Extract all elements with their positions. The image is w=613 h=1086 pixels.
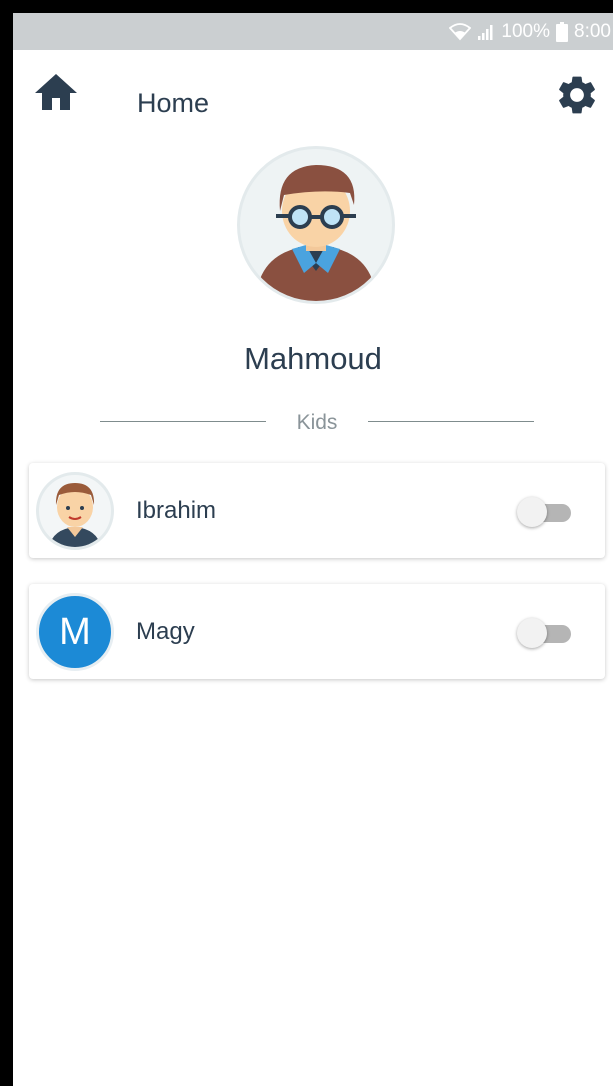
battery-percent: 100% (501, 20, 551, 42)
toggle-knob (517, 618, 547, 648)
battery-icon (556, 21, 569, 42)
profile-name: Mahmoud (244, 341, 382, 376)
page-title: Home (137, 88, 210, 118)
kids-section-label: Kids (296, 411, 338, 434)
toggle-knob (517, 497, 547, 527)
kid-toggle-switch[interactable] (517, 618, 573, 648)
kid-avatar (36, 472, 114, 550)
kid-name: Magy (136, 618, 195, 645)
settings-button[interactable] (554, 72, 600, 118)
divider-line-right (368, 421, 534, 422)
status-bar: 100% 8:00 (13, 13, 613, 50)
home-button[interactable] (33, 72, 79, 112)
man-avatar-image (260, 165, 372, 301)
kid-card-ibrahim[interactable]: Ibrahim (29, 463, 605, 558)
home-icon (35, 74, 77, 110)
boy-avatar-image (49, 483, 101, 547)
profile-avatar[interactable] (237, 146, 395, 304)
signal-icon (477, 23, 495, 41)
wifi-icon (449, 22, 472, 41)
kid-name: Ibrahim (136, 497, 217, 524)
gear-icon (559, 76, 595, 114)
app-screen: 100% 8:00 Home Mahmoud Kids Ibrahim M Ma… (13, 13, 613, 1086)
kid-card-magy[interactable]: M Magy (29, 584, 605, 679)
top-bar: Home (13, 50, 613, 136)
kid-toggle-switch[interactable] (517, 497, 573, 527)
clock: 8:00 (574, 20, 611, 42)
kid-avatar-letter: M (36, 593, 114, 671)
kids-section-divider: Kids (100, 411, 534, 435)
